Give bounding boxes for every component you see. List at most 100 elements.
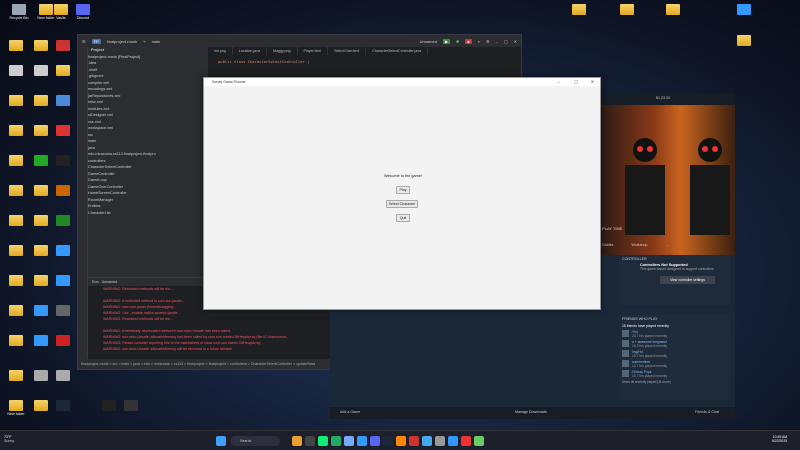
desktop-icon[interactable]: New folder: [5, 400, 27, 416]
taskbar-app-icon[interactable]: [344, 436, 354, 446]
desktop-icon[interactable]: [568, 4, 590, 16]
weather-widget[interactable]: 73°F Sunny: [4, 435, 14, 443]
desktop-icon[interactable]: [5, 370, 27, 382]
friend-item[interactable]: a + awesome longname 16.3 hrs played rece…: [622, 340, 728, 348]
search-icon[interactable]: ⌕: [478, 39, 480, 44]
steam-balance[interactable]: $1,23.00: [656, 96, 670, 100]
tree-item[interactable]: CharacterList: [88, 210, 208, 217]
desktop-icon[interactable]: [5, 335, 27, 347]
close-icon[interactable]: ✕: [514, 39, 517, 44]
friends-chat-button[interactable]: Friends & Chat: [695, 410, 719, 414]
controller-settings-button[interactable]: View controller settings: [660, 276, 715, 284]
desktop-icon[interactable]: [5, 245, 27, 257]
taskbar-app-icon[interactable]: [370, 436, 380, 446]
taskbar-search[interactable]: Search: [230, 436, 280, 446]
desktop-icon[interactable]: [5, 65, 27, 77]
desktop-icon[interactable]: [30, 275, 52, 287]
taskbar-app-icon[interactable]: [435, 436, 445, 446]
desktop-icon[interactable]: [52, 185, 74, 197]
desktop-icon[interactable]: [52, 335, 74, 347]
desktop-icon[interactable]: [52, 245, 74, 257]
desktop-icon[interactable]: [5, 275, 27, 287]
minimize-icon[interactable]: –: [558, 78, 560, 86]
breadcrumb[interactable]: finalproject-munk > src > main > java > …: [81, 362, 315, 366]
desktop-icon[interactable]: [30, 125, 52, 137]
desktop-icon[interactable]: [52, 215, 74, 227]
desktop-icon[interactable]: [30, 305, 52, 317]
taskbar-app-icon[interactable]: [305, 436, 315, 446]
stop-icon[interactable]: ■: [465, 38, 472, 44]
debug-icon[interactable]: ✱: [456, 39, 459, 44]
editor-tab[interactable]: ind.png: [208, 47, 233, 55]
desktop-icon[interactable]: [30, 370, 52, 382]
friend-item[interactable]: Yhu 24.7 hrs played recently: [622, 330, 728, 338]
taskbar-app-icon[interactable]: [474, 436, 484, 446]
editor-tab[interactable]: CharacterSelectController.java: [366, 47, 428, 55]
minimize-icon[interactable]: –: [496, 39, 498, 44]
desktop-icon[interactable]: [733, 35, 755, 47]
taskbar-app-icon[interactable]: [448, 436, 458, 446]
taskbar-app-icon[interactable]: [422, 436, 432, 446]
branch-name[interactable]: main: [152, 39, 161, 44]
select-character-button[interactable]: Select Character: [386, 200, 418, 208]
project-name[interactable]: finalproject-munk: [107, 39, 137, 44]
editor-tab[interactable]: Player.fxml: [298, 47, 329, 55]
friend-item[interactable]: summertime 10.7 hrs played recently: [622, 360, 728, 368]
run-config[interactable]: Unnamed: [420, 39, 437, 44]
desktop-icon[interactable]: Discord: [72, 4, 94, 20]
taskbar-app-icon[interactable]: [409, 436, 419, 446]
desktop-icon[interactable]: [30, 185, 52, 197]
taskbar-app-icon[interactable]: [461, 436, 471, 446]
friend-item[interactable]: Img/Hd 18.7 hrs played recently: [622, 350, 728, 358]
tab-workshop[interactable]: Workshop: [631, 243, 647, 247]
desktop-icon[interactable]: [52, 125, 74, 137]
desktop-icon[interactable]: [52, 400, 74, 412]
maximize-icon[interactable]: ▢: [574, 78, 578, 86]
desktop-icon[interactable]: [52, 305, 74, 317]
desktop-icon[interactable]: [98, 400, 120, 412]
desktop-icon[interactable]: [5, 95, 27, 107]
desktop-icon[interactable]: [30, 40, 52, 52]
desktop-icon[interactable]: [30, 65, 52, 77]
desktop-icon[interactable]: [52, 95, 74, 107]
desktop-icon[interactable]: [52, 155, 74, 167]
editor-tab[interactable]: Maggy.png: [267, 47, 298, 55]
desktop-icon[interactable]: [5, 155, 27, 167]
quit-button[interactable]: Quit: [396, 214, 410, 222]
desktop-icon[interactable]: [30, 215, 52, 227]
hamburger-icon[interactable]: ☰: [82, 39, 86, 44]
system-clock[interactable]: 10:49 AM 5/22/2025: [772, 435, 787, 443]
maximize-icon[interactable]: ▢: [504, 39, 508, 44]
manage-downloads[interactable]: Manage Downloads: [515, 410, 547, 414]
desktop-icon[interactable]: [5, 305, 27, 317]
tab-more[interactable]: ...: [666, 243, 669, 247]
show-all-link[interactable]: Show all recently played (11 more): [622, 380, 728, 384]
editor-tab[interactable]: SelectChar.fxml: [328, 47, 367, 55]
taskbar-app-icon[interactable]: [292, 436, 302, 446]
desktop-icon[interactable]: Recycle Bin: [8, 4, 30, 20]
desktop-icon[interactable]: [52, 370, 74, 382]
desktop-icon[interactable]: [120, 400, 142, 412]
project-badge[interactable]: FP: [91, 38, 101, 44]
desktop-icon[interactable]: [5, 125, 27, 137]
taskbar-app-icon[interactable]: [357, 436, 367, 446]
run-tab[interactable]: Unnamed: [102, 280, 118, 284]
desktop-icon[interactable]: [30, 95, 52, 107]
taskbar-app-icon[interactable]: [318, 436, 328, 446]
friend-item[interactable]: Chrissy Pops 10.7 hrs played recently: [622, 370, 728, 378]
taskbar-app-icon[interactable]: [396, 436, 406, 446]
settings-icon[interactable]: ⚙: [486, 39, 490, 44]
desktop-icon[interactable]: [30, 155, 52, 167]
desktop-icon[interactable]: [616, 4, 638, 16]
desktop-icon[interactable]: [733, 4, 755, 16]
taskbar-app-icon[interactable]: [383, 436, 393, 446]
tab-guides[interactable]: Guides: [602, 243, 613, 247]
game-window[interactable]: Sonay Game Rooms – ▢ ✕ Welcome to the ga…: [203, 77, 601, 310]
desktop-icon[interactable]: [5, 185, 27, 197]
add-game-button[interactable]: Add a Game: [340, 410, 360, 414]
editor-tab[interactable]: Location.java: [233, 47, 267, 55]
desktop-icon[interactable]: [30, 335, 52, 347]
taskbar-app-icon[interactable]: [331, 436, 341, 446]
windows-start-icon[interactable]: [216, 436, 226, 446]
close-icon[interactable]: ✕: [591, 78, 594, 86]
